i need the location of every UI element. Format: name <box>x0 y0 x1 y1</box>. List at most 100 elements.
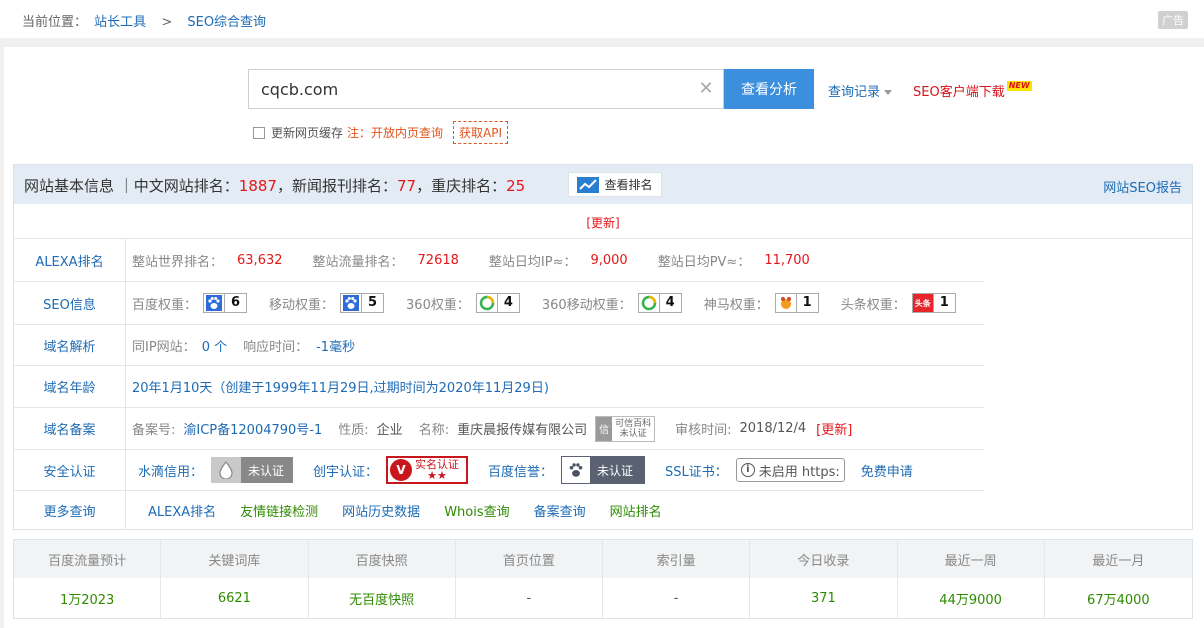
dns-label[interactable]: 域名解析 <box>14 325 126 365</box>
traffic-header-cell: 今日收录 <box>750 540 898 578</box>
traffic-header-cell: 关键词库 <box>161 540 309 578</box>
chuangyu-badge[interactable]: V 实名认证 ★★ <box>386 456 469 484</box>
icp-update-link[interactable]: [更新] <box>816 419 852 438</box>
info-icon: i <box>740 463 755 477</box>
traffic-header-cell: 索引量 <box>603 540 751 578</box>
whois-link[interactable]: Whois查询 <box>444 501 509 520</box>
traffic-value-cell[interactable]: 6621 <box>161 578 309 618</box>
inner-page-note[interactable]: 注：开放内页查询 <box>347 124 443 141</box>
360-icon <box>639 294 659 312</box>
seo-row: SEO信息 百度权重： 6 移动权重： 5 360权重： 4 360移动权重： <box>14 282 984 325</box>
client-download-link[interactable]: SEO客户端下载 NEW <box>913 81 1032 100</box>
icp-row: 域名备案 备案号: 渝ICP备12004790号-1 性质: 企业 名称: 重庆… <box>14 408 984 450</box>
domain-age-row: 域名年龄 20年1月10天（创建于1999年11月29日,过期时间为2020年1… <box>14 366 984 408</box>
verified-v-icon: V <box>390 459 413 481</box>
icp-query-link[interactable]: 备案查询 <box>534 501 586 520</box>
security-label[interactable]: 安全认证 <box>14 450 126 490</box>
update-cache-checkbox[interactable] <box>253 126 265 139</box>
traffic-value-cell[interactable]: 无百度快照 <box>309 578 456 618</box>
ssl-badge[interactable]: i 未启用 https: <box>735 458 845 482</box>
ssl-label: SSL证书： <box>665 464 728 480</box>
alexa-rank-link[interactable]: ALEXA排名 <box>148 501 216 520</box>
update-link[interactable]: [更新] <box>586 216 619 230</box>
alexa-row: ALEXA排名 整站世界排名： 63,632 整站流量排名： 72618 整站日均I… <box>14 239 984 282</box>
world-rank-value: 63,632 <box>237 252 283 268</box>
alexa-label[interactable]: ALEXA排名 <box>14 239 126 281</box>
query-history-dropdown[interactable]: 查询记录 <box>828 81 893 100</box>
icp-label[interactable]: 域名备案 <box>14 408 126 449</box>
domain-age-value[interactable]: 20年1月10天（创建于1999年11月29日,过期时间为2020年11月29日… <box>132 377 549 396</box>
shenma-weight-badge[interactable]: 1 <box>774 293 819 313</box>
search-box: ✕ <box>248 69 724 109</box>
seo-report-link[interactable]: 网站SEO报告 <box>1103 177 1182 196</box>
traffic-value-cell[interactable]: 371 <box>750 578 898 618</box>
security-content: 水滴信用： 未认证 创宇认证： V 实名认证 ★★ 百度信誉： 未认证 SSL证… <box>138 450 913 490</box>
alexa-content: 整站世界排名： 63,632 整站流量排名： 72618 整站日均IP≈： 9,000… <box>132 252 810 270</box>
city-rank-value: 25 <box>506 177 526 195</box>
more-queries-links: ALEXA排名 友情链接检测 网站历史数据 Whois查询 备案查询 网站排名 <box>148 491 686 530</box>
audit-date: 2018/12/4 <box>739 421 807 436</box>
search-options: 更新网页缓存 注：开放内页查询 获取API <box>253 121 509 144</box>
get-api-button[interactable]: 获取API <box>453 121 509 144</box>
traffic-rank-value: 72618 <box>417 252 459 268</box>
client-download-label: SEO客户端下载 <box>913 85 1005 100</box>
icp-name: 重庆晨报传媒有限公司 <box>457 423 588 438</box>
dns-content: 同IP网站： 0 个 响应时间： -1毫秒 <box>132 325 355 365</box>
shuidi-badge[interactable]: 未认证 <box>211 457 294 483</box>
shuidi-label: 水滴信用： <box>138 464 204 480</box>
baidu-paw-icon <box>204 294 224 312</box>
search-input[interactable] <box>249 70 679 108</box>
breadcrumb-separator: > <box>161 15 173 30</box>
xinyong-icon: 信 <box>596 416 613 441</box>
ad-label: 广告 <box>1158 11 1188 29</box>
more-queries-row: 更多查询 ALEXA排名 友情链接检测 网站历史数据 Whois查询 备案查询 … <box>14 491 1192 530</box>
baidu-weight-badge[interactable]: 6 <box>203 293 248 313</box>
free-apply-link[interactable]: 免费申请 <box>861 461 913 480</box>
breadcrumb-link-tools[interactable]: 站长工具 <box>94 15 146 30</box>
toutiao-weight-badge[interactable]: 头条 1 <box>911 293 956 313</box>
traffic-value-cell[interactable]: 67万4000 <box>1045 578 1192 618</box>
analyze-button[interactable]: 查看分析 <box>724 69 814 109</box>
dns-row: 域名解析 同IP网站： 0 个 响应时间： -1毫秒 <box>14 325 984 366</box>
trend-chart-icon <box>577 176 600 193</box>
baidu-paw-icon <box>341 294 361 312</box>
traffic-header-cell: 百度流量预计 <box>14 540 162 578</box>
seo-label[interactable]: SEO信息 <box>14 282 126 324</box>
baidu-trust-badge[interactable]: 未认证 <box>561 456 646 484</box>
site-rank-link[interactable]: 网站排名 <box>610 501 662 520</box>
traffic-table: 百度流量预计 关键词库 百度快照 首页位置 索引量 今日收录 最近一周 最近一月… <box>13 539 1193 619</box>
domain-age-label[interactable]: 域名年龄 <box>14 366 126 407</box>
breadcrumb: 当前位置： 站长工具 > SEO综合查询 <box>22 11 269 30</box>
friend-link-check-link[interactable]: 友情链接检测 <box>240 501 318 520</box>
more-queries-label[interactable]: 更多查询 <box>14 491 126 530</box>
update-row: [更新] <box>14 204 1192 239</box>
xinyong-badge[interactable]: 信 可信百科 未认证 <box>595 415 656 442</box>
icp-number[interactable]: 渝ICP备12004790号-1 <box>183 419 322 438</box>
traffic-value-cell[interactable]: 44万9000 <box>898 578 1045 618</box>
mobile-weight-badge[interactable]: 5 <box>340 293 385 313</box>
breadcrumb-link-seo[interactable]: SEO综合查询 <box>187 15 266 30</box>
new-badge: NEW <box>1006 81 1032 91</box>
traffic-header-cell: 首页位置 <box>456 540 603 578</box>
traffic-header-cell: 最近一周 <box>898 540 1045 578</box>
domain-age-content: 20年1月10天（创建于1999年11月29日,过期时间为2020年11月29日… <box>132 366 549 407</box>
view-rank-button[interactable]: 查看排名 <box>568 172 662 197</box>
panel-header: 网站基本信息 ｜中文网站排名：1887，新闻报刊排名：77，重庆排名：25 查看… <box>14 165 1192 204</box>
traffic-value-cell: - <box>603 578 751 618</box>
site-info-panel: 网站基本信息 ｜中文网站排名：1887，新闻报刊排名：77，重庆排名：25 查看… <box>13 164 1193 530</box>
cn-rank-value: 1887 <box>238 177 277 195</box>
traffic-header-cell: 最近一月 <box>1092 553 1145 569</box>
history-data-link[interactable]: 网站历史数据 <box>342 501 420 520</box>
seo-content: 百度权重： 6 移动权重： 5 360权重： 4 360移动权重： 4 神马权重… <box>132 282 978 324</box>
same-ip-value[interactable]: 0 个 <box>202 336 227 355</box>
close-icon[interactable]: ✕ <box>697 78 715 100</box>
traffic-header-cell: 百度快照 <box>309 540 456 578</box>
traffic-value-cell: - <box>456 578 603 618</box>
panel-title: 网站基本信息 ｜中文网站排名：1887，新闻报刊排名：77，重庆排名：25 <box>24 177 526 195</box>
360-mobile-weight-badge[interactable]: 4 <box>637 293 682 313</box>
baidu-paw-icon <box>561 456 592 484</box>
360-weight-badge[interactable]: 4 <box>475 293 520 313</box>
traffic-value-cell[interactable]: 1万2023 <box>14 578 162 618</box>
daily-pv-value: 11,700 <box>764 252 810 268</box>
icp-type: 企业 <box>376 423 403 438</box>
